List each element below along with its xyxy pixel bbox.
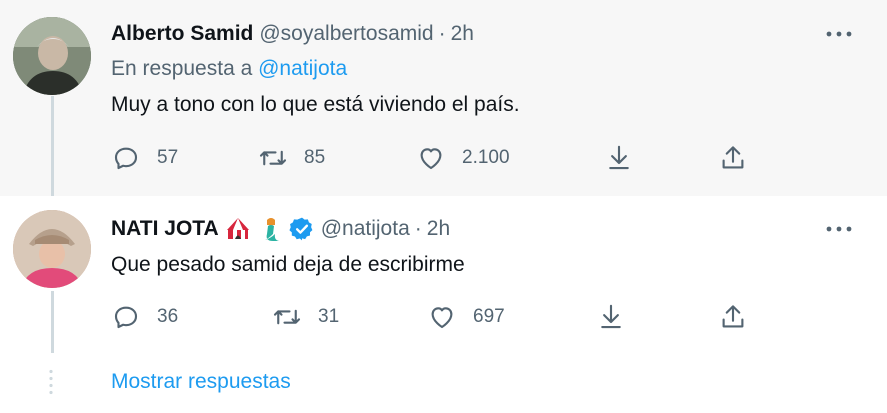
download-icon [609,145,629,170]
like-count: 2.100 [462,147,510,168]
tweet-header: NATI JOTA @natijota · 2h [111,215,450,243]
reply-count: 57 [157,147,179,168]
tweet-text: Muy a tono con lo que está viviendo el p… [111,93,520,116]
download-icon [601,304,621,329]
thread-line [51,291,54,353]
reply-count: 36 [157,306,179,327]
share-button[interactable] [718,302,748,332]
more-options-button[interactable] [825,20,853,48]
reply-button[interactable]: 57 [111,143,178,173]
retweet-icon [273,309,301,325]
reply-to-link[interactable]: @natijota [258,57,347,80]
retweet-button[interactable]: 85 [258,143,325,173]
tweet-text: Que pesado samid deja de escribirme [111,253,465,276]
reply-button[interactable]: 36 [111,302,178,332]
share-icon [722,305,744,328]
thread-line [51,96,54,196]
like-button[interactable]: 697 [427,302,505,332]
timestamp[interactable]: 2h [451,22,474,46]
like-count: 697 [473,306,505,327]
bookmark-button[interactable] [596,302,626,332]
tweet-alberto-samid[interactable]: Alberto Samid @soyalbertosamid · 2h En r… [0,0,887,196]
mermaid-icon [257,216,283,242]
share-icon [722,146,744,169]
tweet-header: Alberto Samid @soyalbertosamid · 2h [111,20,474,48]
retweet-icon [259,150,287,166]
more-options-button[interactable] [825,215,853,243]
display-name[interactable]: Alberto Samid [111,22,253,46]
user-handle[interactable]: @natijota [321,217,410,241]
share-button[interactable] [718,143,748,173]
bookmark-button[interactable] [604,143,634,173]
retweet-count: 31 [318,306,340,327]
heart-icon [420,148,442,170]
show-replies-link[interactable]: Mostrar respuestas [111,370,291,394]
display-name[interactable]: NATI JOTA [111,217,219,241]
user-handle[interactable]: @soyalbertosamid [259,22,433,46]
avatar[interactable] [13,210,91,288]
timestamp[interactable]: 2h [427,217,450,241]
retweet-count: 85 [304,147,326,168]
separator: · [414,217,422,240]
more-dots-icon [826,226,852,232]
reply-icon [114,306,138,329]
reply-prefix: En respuesta a [111,57,253,80]
like-button[interactable]: 2.100 [416,143,510,173]
more-dots-icon [826,31,852,37]
thread-dots [49,368,53,398]
heart-icon [431,307,453,329]
separator: · [438,22,446,45]
circus-tent-icon [225,216,251,242]
reply-icon [114,147,138,170]
retweet-button[interactable]: 31 [272,302,339,332]
reply-context: En respuesta a @natijota [111,57,347,81]
verified-badge-icon[interactable] [289,216,315,242]
avatar[interactable] [13,17,91,95]
